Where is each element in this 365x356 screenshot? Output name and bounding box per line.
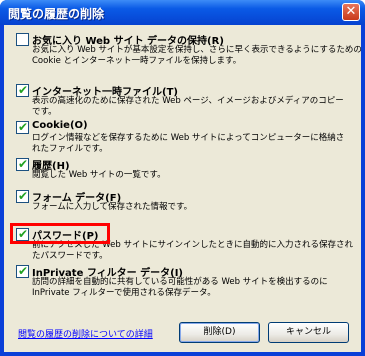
description-line: 閲覧した Web サイトの一覧です。 [32,170,166,180]
description-line: ログイン情報などを保存するために Web サイトによってコンピューターに格納さ [32,133,345,143]
checkmark-icon: ✔ [18,157,29,171]
checkmark-icon: ✔ [18,83,29,97]
window-title: 閲覧の履歴の削除 [8,7,105,21]
checkbox-inprivate[interactable]: ✔ [16,264,29,278]
description-line: 訪問の詳細を自動的に共有している可能性がある Web サイトを検出するのに [32,277,328,287]
option-description: 閲覧した Web サイトの一覧です。 [32,170,352,181]
description-line: フォームに入力して保存された情報です。 [32,202,193,212]
description-line: Cookie とインターネット一時ファイルを保持します。 [32,56,242,66]
description-line: 表示の高速化のために保存された Web ページ、イメージおよびメディアのコピー [32,96,344,106]
dialog-window: 閲覧の履歴の削除 ✕ お気に入り Web サイト データの保持(R) お気に入り… [0,0,365,356]
checkmark-icon: ✔ [18,264,29,278]
checkmark-icon: ✔ [18,120,29,134]
description-line: InPrivate フィルターで使用される保存データ。 [32,288,216,298]
option-description: お気に入り Web サイトが基本設定を保持し、さらに早く表示できるようにするため… [32,45,362,67]
dialog-body: お気に入り Web サイト データの保持(R) お気に入り Web サイトが基本… [4,25,362,352]
option-label: Cookie(O) [32,120,88,131]
checkbox-keep-favorites[interactable] [16,33,29,46]
delete-button[interactable]: 削除(D) [179,322,260,343]
cancel-button[interactable]: キャンセル [268,322,349,343]
checkbox-temp-files[interactable]: ✔ [16,83,29,97]
description-line: たパスワードです。 [32,251,108,261]
description-line: れたファイルです。 [32,144,108,154]
description-line: お気に入り Web サイトが基本設定を保持し、さらに早く表示できるようにするため… [32,45,362,55]
help-link[interactable]: 閲覧の履歴の削除についての詳細 [18,327,153,340]
password-highlight-frame [10,223,110,244]
description-line: です。 [32,107,57,117]
close-icon: ✕ [345,4,357,19]
checkbox-history[interactable]: ✔ [16,157,29,171]
title-bar[interactable]: 閲覧の履歴の削除 ✕ [0,0,365,25]
option-description: 訪問の詳細を自動的に共有している可能性がある Web サイトを検出するのに In… [32,277,352,299]
option-description: ログイン情報などを保存するために Web サイトによってコンピューターに格納さ … [32,133,352,155]
close-button[interactable]: ✕ [342,3,360,21]
option-description: 表示の高速化のために保存された Web ページ、イメージおよびメディアのコピー … [32,96,352,118]
checkbox-cookies[interactable]: ✔ [16,120,29,134]
checkmark-icon: ✔ [18,189,29,203]
option-description: フォームに入力して保存された情報です。 [32,202,352,213]
checkbox-form-data[interactable]: ✔ [16,189,29,203]
